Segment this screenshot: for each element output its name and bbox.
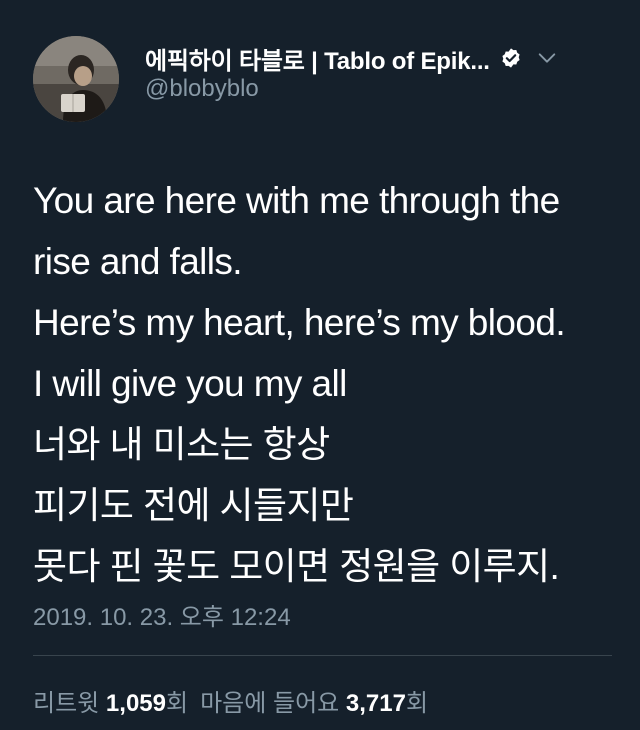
verified-badge-icon bbox=[500, 47, 522, 69]
retweets-count: 1,059 bbox=[105, 690, 166, 717]
tweet-line: 너와 내 미소는 항상 bbox=[33, 424, 330, 465]
divider bbox=[33, 655, 612, 656]
avatar-image bbox=[33, 36, 119, 122]
likes-unit: 회 bbox=[405, 690, 429, 717]
tweet-line: Here’s my heart, here’s my blood. bbox=[33, 302, 566, 343]
retweets-label: 리트윗 bbox=[33, 690, 100, 717]
tweet-line: 못다 핀 꽃도 모이면 정원을 이루지. bbox=[33, 546, 560, 587]
chevron-down-icon[interactable] bbox=[536, 47, 558, 69]
author-header[interactable]: 에픽하이 타블로 | Tablo of Epik... bbox=[145, 40, 558, 76]
retweets-stat[interactable]: 리트윗 1,059회 bbox=[33, 690, 188, 717]
tweet-text: You are here with me through the rise an… bbox=[33, 170, 623, 597]
tweet-line: 피기도 전에 시들지만 bbox=[33, 485, 354, 526]
tweet-line: I will give you my all bbox=[33, 363, 347, 404]
likes-label: 마음에 들어요 bbox=[200, 690, 340, 717]
retweets-unit: 회 bbox=[165, 690, 189, 717]
avatar[interactable] bbox=[33, 36, 119, 122]
author-display-name[interactable]: 에픽하이 타블로 | Tablo of Epik... bbox=[145, 41, 490, 76]
tweet-line: rise and falls. bbox=[33, 241, 243, 282]
tweet-timestamp[interactable]: 2019. 10. 23. 오후 12:24 bbox=[33, 597, 291, 632]
author-handle[interactable]: @blobyblo bbox=[145, 75, 259, 103]
likes-stat[interactable]: 마음에 들어요 3,717회 bbox=[200, 690, 428, 717]
tweet-stats: 리트윗 1,059회 마음에 들어요 3,717회 bbox=[33, 683, 428, 718]
likes-count: 3,717 bbox=[345, 690, 406, 717]
tweet-line: You are here with me through the bbox=[33, 180, 560, 221]
